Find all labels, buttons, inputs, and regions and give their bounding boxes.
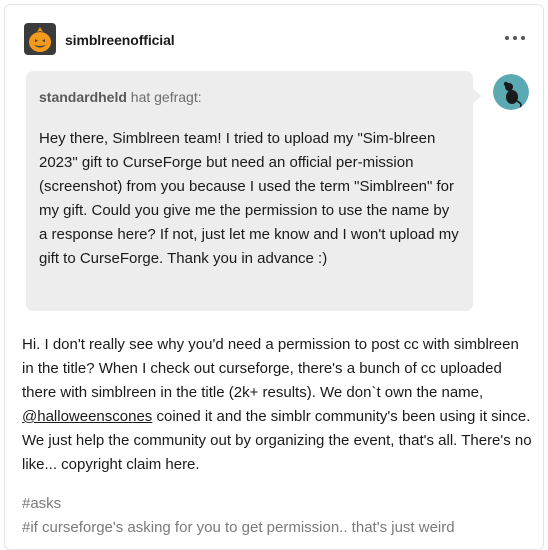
tag-link[interactable]: #if curseforge's asking for you to get p… — [22, 516, 532, 540]
blog-name[interactable]: simblreenofficial — [65, 32, 175, 48]
ask-bubble: standardheld hat gefragt: Hey there, Sim… — [26, 71, 482, 311]
blog-avatar[interactable] — [24, 23, 56, 55]
answer-text: Hi. I don't really see why you'd need a … — [22, 333, 532, 477]
more-options-icon — [505, 36, 509, 40]
tag-list: #asks #if curseforge's asking for you to… — [22, 492, 532, 540]
asker-line: standardheld hat gefragt: — [39, 89, 202, 105]
asker-avatar[interactable] — [493, 74, 529, 110]
answer-part-1: Hi. I don't really see why you'd need a … — [22, 336, 519, 401]
tag-link[interactable]: #asks — [22, 492, 532, 516]
post-header: simblreenofficial — [5, 5, 543, 75]
asker-name[interactable]: standardheld — [39, 89, 127, 105]
pumpkin-icon — [24, 23, 56, 55]
ask-question: Hey there, Simblreen team! I tried to up… — [39, 130, 459, 267]
mention-link[interactable]: @halloweenscones — [22, 408, 152, 425]
more-options-button[interactable] — [502, 29, 528, 47]
asker-verb: hat gefragt: — [130, 89, 202, 105]
post-card: simblreenofficial standardheld hat gefra… — [4, 4, 544, 550]
rat-avatar-icon — [493, 74, 529, 110]
